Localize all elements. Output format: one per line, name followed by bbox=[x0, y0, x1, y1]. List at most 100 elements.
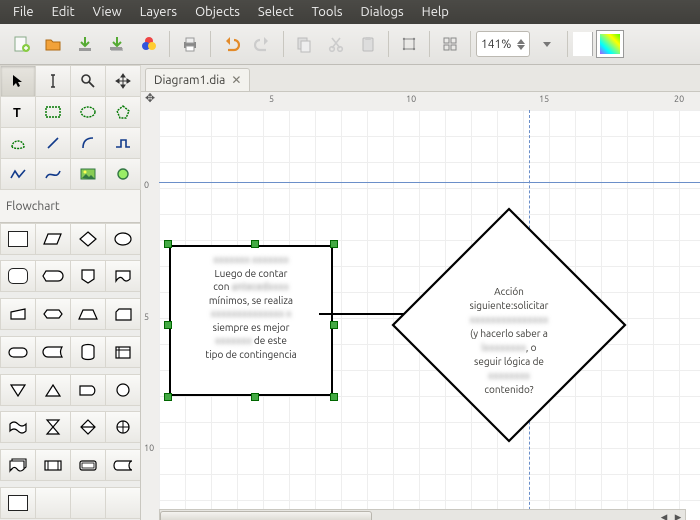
shape-tape[interactable] bbox=[0, 411, 36, 443]
shape-merge[interactable] bbox=[0, 374, 36, 406]
ruler-vertical[interactable]: 0 5 10 bbox=[141, 110, 160, 520]
new-file-button[interactable] bbox=[6, 29, 36, 59]
menu-tools[interactable]: Tools bbox=[303, 2, 352, 22]
shape-text: Acción siguiente:solicitar xxxxxxxxxxxxx… bbox=[449, 285, 569, 397]
shape-blank4[interactable] bbox=[105, 487, 141, 519]
menu-view[interactable]: View bbox=[84, 2, 131, 22]
ruler-tick: 0 bbox=[144, 180, 149, 190]
shape-parallelogram[interactable] bbox=[35, 223, 71, 255]
horizontal-scrollbar[interactable]: ◂ ▸ bbox=[159, 509, 686, 520]
separator bbox=[283, 31, 284, 57]
magnify-tool[interactable] bbox=[70, 65, 106, 97]
sheet-selector[interactable]: Flowchart bbox=[0, 190, 140, 223]
undo-button[interactable] bbox=[216, 29, 246, 59]
tab-diagram1[interactable]: Diagram1.dia ✕ bbox=[145, 68, 250, 91]
separator bbox=[388, 31, 389, 57]
image-tool[interactable] bbox=[70, 158, 106, 190]
shape-card[interactable] bbox=[105, 298, 141, 330]
zoom-spinner[interactable] bbox=[517, 39, 525, 50]
shape-predef[interactable] bbox=[35, 449, 71, 481]
cut-button[interactable] bbox=[321, 29, 351, 59]
shape-trapezoid[interactable] bbox=[70, 298, 106, 330]
shape-or[interactable] bbox=[105, 411, 141, 443]
shape-display[interactable] bbox=[35, 260, 71, 292]
svg-text:T: T bbox=[13, 106, 21, 119]
canvas-area: Diagram1.dia ✕ ✥ 5 10 15 20 0 5 10 bbox=[141, 65, 700, 520]
separator bbox=[429, 31, 430, 57]
close-tab-icon[interactable]: ✕ bbox=[231, 73, 241, 87]
save-button[interactable] bbox=[70, 29, 100, 59]
shape-blank2[interactable] bbox=[35, 487, 71, 519]
shape-sort[interactable] bbox=[70, 411, 106, 443]
ellipse-tool[interactable] bbox=[70, 96, 106, 128]
box-tool[interactable] bbox=[35, 96, 71, 128]
menu-file[interactable]: File bbox=[4, 2, 43, 22]
drawing-canvas[interactable]: xxxxxxx xxxxxxx Luego de contar con ante… bbox=[159, 110, 700, 520]
shape-rect[interactable] bbox=[0, 223, 36, 255]
open-file-button[interactable] bbox=[38, 29, 68, 59]
polygon-tool[interactable] bbox=[105, 96, 141, 128]
print-button[interactable] bbox=[175, 29, 205, 59]
shape-stored-data[interactable] bbox=[35, 336, 71, 368]
polyline-tool[interactable] bbox=[0, 158, 36, 190]
shape-delay[interactable] bbox=[70, 374, 106, 406]
shape-blank1[interactable] bbox=[0, 487, 36, 519]
color-swatches[interactable] bbox=[573, 32, 593, 56]
shape-preparation[interactable] bbox=[35, 298, 71, 330]
scroll-left-icon[interactable]: ◂ bbox=[657, 510, 671, 520]
shape-alt-process[interactable] bbox=[70, 449, 106, 481]
export-button[interactable] bbox=[134, 29, 164, 59]
text-cursor-tool[interactable] bbox=[35, 65, 71, 97]
flowchart-process-shape[interactable]: xxxxxxx xxxxxxx Luego de contar con ante… bbox=[169, 245, 333, 396]
text-tool[interactable]: T bbox=[0, 96, 36, 128]
shape-offpage[interactable] bbox=[70, 260, 106, 292]
grid-small-icon[interactable] bbox=[394, 29, 424, 59]
menu-layers[interactable]: Layers bbox=[131, 2, 186, 22]
zigzag-tool[interactable] bbox=[105, 127, 141, 159]
menu-edit[interactable]: Edit bbox=[43, 2, 84, 22]
flowchart-decision-shape[interactable]: Acción siguiente:solicitar xxxxxxxxxxxxx… bbox=[389, 205, 629, 445]
scrollbar-thumb[interactable] bbox=[160, 511, 372, 520]
line-tool[interactable] bbox=[35, 127, 71, 159]
shape-ellipse[interactable] bbox=[105, 223, 141, 255]
shape-data-source[interactable] bbox=[105, 449, 141, 481]
shape-document[interactable] bbox=[105, 260, 141, 292]
tool-sidebar: T Flowchart bbox=[0, 65, 141, 520]
move-tool[interactable] bbox=[105, 65, 141, 97]
outline-tool[interactable] bbox=[105, 158, 141, 190]
shape-internal-storage[interactable] bbox=[105, 336, 141, 368]
shape-connector[interactable] bbox=[105, 374, 141, 406]
arc-tool[interactable] bbox=[70, 127, 106, 159]
beziershape-tool[interactable] bbox=[0, 127, 36, 159]
menu-dialogs[interactable]: Dialogs bbox=[352, 2, 413, 22]
paste-button[interactable] bbox=[353, 29, 383, 59]
shape-manual-input[interactable] bbox=[0, 298, 36, 330]
color-picker-button[interactable] bbox=[595, 29, 625, 59]
main-toolbar: 141% bbox=[0, 24, 700, 65]
shape-diamond[interactable] bbox=[70, 223, 106, 255]
shape-blank3[interactable] bbox=[70, 487, 106, 519]
scroll-right-icon[interactable]: ▸ bbox=[671, 510, 685, 520]
shape-multidoc[interactable] bbox=[0, 449, 36, 481]
ruler-origin-icon[interactable]: ✥ bbox=[141, 92, 160, 111]
ruler-tick: 5 bbox=[144, 312, 149, 322]
save-as-button[interactable] bbox=[102, 29, 132, 59]
zoom-field[interactable]: 141% bbox=[476, 31, 530, 57]
ruler-tick: 10 bbox=[144, 443, 154, 453]
pointer-tool[interactable] bbox=[0, 65, 36, 97]
shape-roundrect[interactable] bbox=[0, 260, 36, 292]
copy-button[interactable] bbox=[289, 29, 319, 59]
bezierline-tool[interactable] bbox=[35, 158, 71, 190]
grid-large-icon[interactable] bbox=[435, 29, 465, 59]
canvas-viewport: ✥ 5 10 15 20 0 5 10 xxxxxxx xxxxxxx Lueg… bbox=[141, 92, 700, 520]
shape-extract[interactable] bbox=[35, 374, 71, 406]
shape-collate[interactable] bbox=[35, 411, 71, 443]
shape-terminator[interactable] bbox=[0, 336, 36, 368]
zoom-dropdown-button[interactable] bbox=[532, 29, 562, 59]
menu-objects[interactable]: Objects bbox=[186, 2, 249, 22]
redo-button[interactable] bbox=[248, 29, 278, 59]
menu-select[interactable]: Select bbox=[249, 2, 303, 22]
menu-help[interactable]: Help bbox=[413, 2, 458, 22]
ruler-horizontal[interactable]: 5 10 15 20 bbox=[159, 92, 700, 111]
shape-cylinder[interactable] bbox=[70, 336, 106, 368]
